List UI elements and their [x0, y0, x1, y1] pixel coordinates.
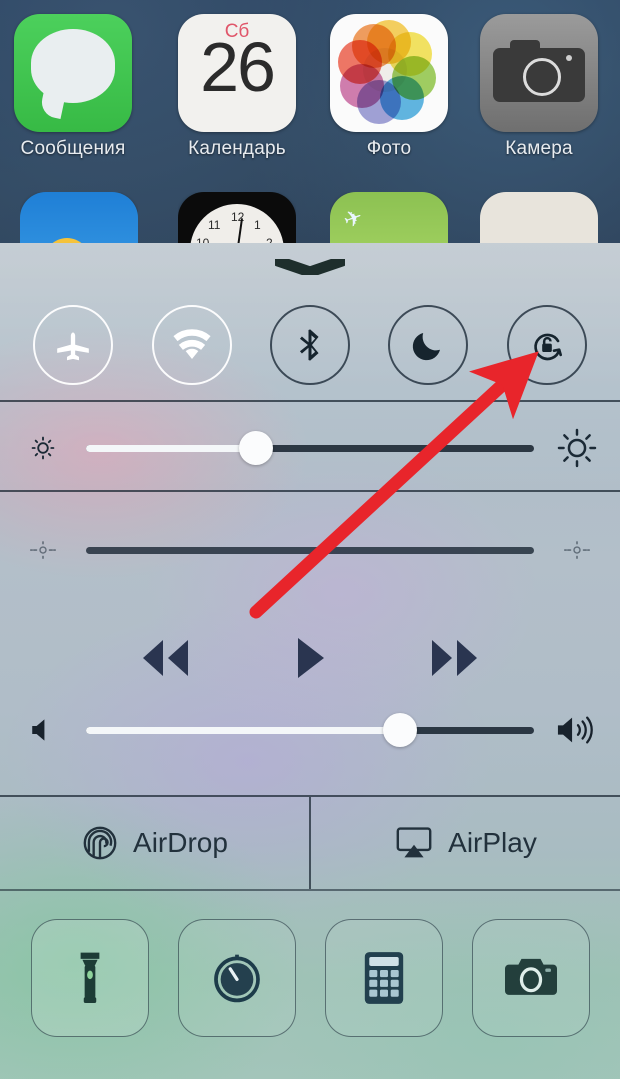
airdrop-icon [83, 826, 117, 860]
rotation-lock-icon [533, 333, 562, 361]
app-camera[interactable]: Камера [480, 14, 598, 160]
camera-icon [480, 14, 598, 132]
volume-high-icon [534, 710, 620, 750]
toggle-airplane-mode[interactable] [33, 305, 114, 385]
speaker-icon [32, 719, 45, 741]
bluetooth-icon [299, 329, 319, 361]
volume-slider-row [0, 688, 620, 772]
toggle-bluetooth[interactable] [269, 305, 350, 385]
grabber-handle[interactable] [275, 259, 345, 275]
fast-forward-button[interactable] [424, 634, 486, 687]
brightness-dim-icon-left [0, 535, 86, 565]
airplay-icon [396, 827, 432, 858]
brightness-high-icon [534, 425, 620, 471]
volume-slider-thumb[interactable] [382, 713, 417, 747]
shortcut-camera[interactable] [471, 919, 590, 1037]
messages-icon [14, 14, 132, 132]
brightness-slider[interactable] [86, 431, 534, 465]
app-messages[interactable]: Сообщения [14, 14, 132, 160]
toggle-wifi[interactable] [151, 305, 232, 385]
app-calendar[interactable]: Сб 26 Календарь [178, 14, 296, 160]
brightness-slider-thumb[interactable] [239, 431, 274, 465]
toggle-do-not-disturb[interactable] [388, 305, 469, 385]
app-label: Фото [366, 138, 412, 159]
control-center-panel: AirDrop AirPlay [0, 243, 620, 1079]
calculator-icon [364, 952, 403, 1004]
divider-brightness [0, 490, 620, 492]
wifi-icon [173, 329, 211, 359]
rewind-button[interactable] [134, 634, 196, 687]
moon-icon [413, 333, 441, 361]
secondary-slider-row [0, 508, 620, 592]
play-icon [298, 637, 324, 678]
camera-shortcut-icon [504, 958, 557, 995]
airplay-label: AirPlay [448, 827, 537, 858]
rewind-icon [143, 639, 188, 676]
secondary-slider[interactable] [86, 546, 534, 554]
shortcut-calculator[interactable] [324, 919, 443, 1037]
brightness-dim-icon-right [534, 535, 620, 565]
calendar-icon: Сб 26 [178, 14, 296, 132]
sharing-row: AirDrop AirPlay [0, 795, 620, 891]
timer-icon [213, 954, 260, 1003]
shortcut-timer[interactable] [177, 919, 296, 1037]
toggle-rotation-lock[interactable] [506, 305, 587, 385]
speaker-waves-icon [557, 716, 593, 744]
brightness-slider-row [0, 406, 620, 490]
app-label: Календарь [188, 138, 286, 159]
airdrop-label: AirDrop [133, 827, 228, 858]
fast-forward-icon [432, 639, 477, 676]
airplane-icon [57, 332, 90, 361]
shortcuts-row [0, 903, 620, 1053]
app-label: Камера [505, 138, 573, 159]
photos-icon [330, 14, 448, 132]
calendar-day-number: 26 [200, 28, 276, 106]
app-label: Сообщения [20, 138, 126, 159]
phone-screenshot: Сообщения Сб 26 Календарь Фото Камера 12… [0, 0, 620, 1079]
app-photos[interactable]: Фото [330, 14, 448, 160]
airplay-button[interactable]: AirPlay [311, 797, 620, 889]
toggles-row [0, 290, 620, 400]
flashlight-icon [80, 952, 99, 1003]
shortcut-flashlight[interactable] [30, 919, 149, 1037]
airdrop-button[interactable]: AirDrop [0, 797, 311, 889]
volume-slider[interactable] [86, 713, 534, 747]
divider-toggles [0, 400, 620, 402]
play-button[interactable] [292, 634, 328, 687]
brightness-low-icon [0, 432, 86, 464]
volume-mute-icon [0, 713, 86, 747]
